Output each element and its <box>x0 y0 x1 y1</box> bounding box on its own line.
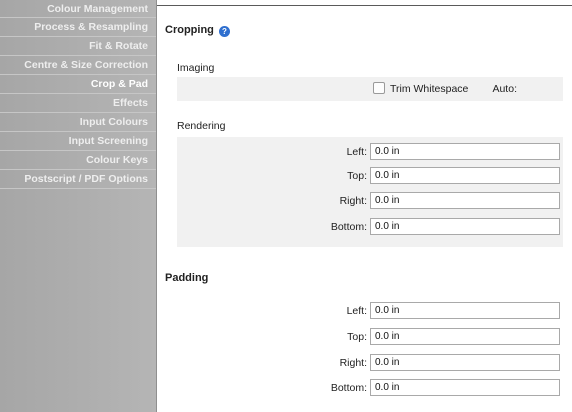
top-divider <box>157 5 572 6</box>
sidebar-item-process-resampling[interactable]: Process & Resampling <box>0 18 156 37</box>
sidebar-item-postscript-pdf-options[interactable]: Postscript / PDF Options <box>0 170 156 189</box>
imaging-title: Imaging <box>177 62 215 74</box>
cropping-title: Cropping <box>165 24 214 36</box>
rendering-top-field[interactable]: 0.0 in <box>370 167 560 184</box>
padding-top-field[interactable]: 0.0 in <box>370 328 560 345</box>
sidebar-item-colour-management[interactable]: Colour Management <box>0 0 156 18</box>
padding-left-field[interactable]: 0.0 in <box>370 302 560 319</box>
sidebar-item-input-colours[interactable]: Input Colours <box>0 113 156 132</box>
rendering-right-label: Right: <box>339 195 367 207</box>
padding-bottom-field[interactable]: 0.0 in <box>370 379 560 396</box>
rendering-left-field[interactable]: 0.0 in <box>370 143 560 160</box>
sidebar-item-colour-keys[interactable]: Colour Keys <box>0 151 156 170</box>
sidebar-item-crop-pad[interactable]: Crop & Pad <box>0 75 156 94</box>
sidebar-item-effects[interactable]: Effects <box>0 94 156 113</box>
padding-right-label: Right: <box>339 357 367 369</box>
padding-top-label: Top: <box>347 331 367 343</box>
padding-title: Padding <box>165 272 209 284</box>
sidebar-nav: Colour Management Process & Resampling F… <box>0 0 156 189</box>
rendering-right-field[interactable]: 0.0 in <box>370 192 560 209</box>
sidebar: Colour Management Process & Resampling F… <box>0 0 157 412</box>
trim-whitespace-checkbox[interactable] <box>373 82 385 94</box>
rendering-bottom-field[interactable]: 0.0 in <box>370 218 560 235</box>
main-panel: Cropping? Imaging Auto: Trim Whitespace … <box>157 0 572 412</box>
padding-bottom-label: Bottom: <box>330 382 367 394</box>
help-icon[interactable]: ? <box>218 26 230 37</box>
sidebar-item-centre-size-correction[interactable]: Centre & Size Correction <box>0 56 156 75</box>
padding-left-label: Left: <box>346 305 367 317</box>
padding-right-field[interactable]: 0.0 in <box>370 354 560 371</box>
trim-whitespace-label[interactable]: Trim Whitespace <box>390 83 468 95</box>
cropping-title-row: Cropping? <box>165 24 230 37</box>
rendering-bottom-label: Bottom: <box>330 221 367 233</box>
rendering-top-label: Top: <box>347 170 367 182</box>
rendering-left-label: Left: <box>346 146 367 158</box>
sidebar-item-input-screening[interactable]: Input Screening <box>0 132 156 151</box>
sidebar-item-fit-rotate[interactable]: Fit & Rotate <box>0 37 156 56</box>
rendering-title: Rendering <box>177 120 226 132</box>
